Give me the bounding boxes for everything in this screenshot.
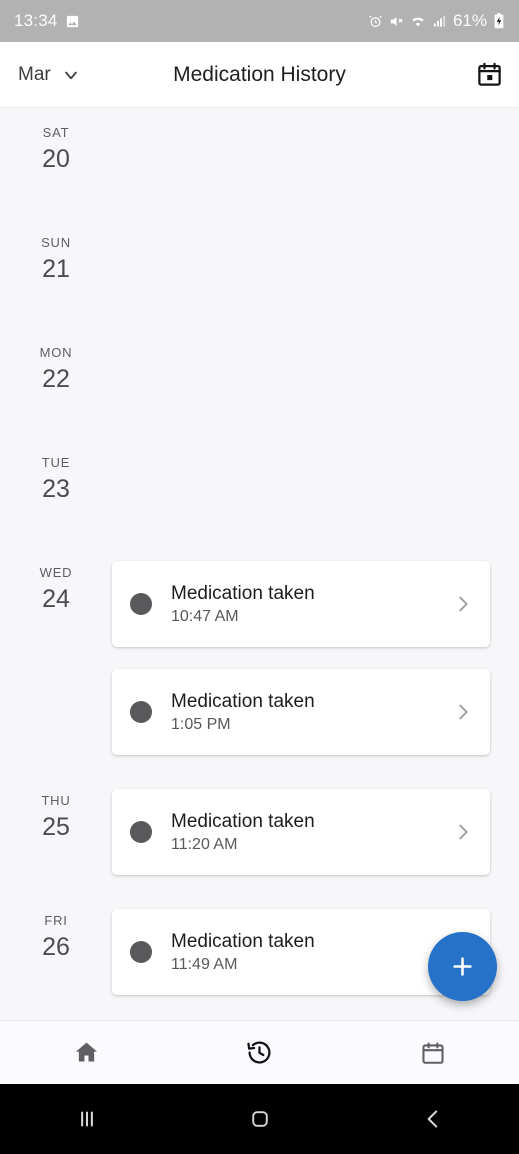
day-row: TUE 23 <box>0 439 519 549</box>
chevron-right-icon[interactable] <box>452 821 474 843</box>
android-system-navigation <box>0 1084 519 1154</box>
status-bar: 13:34 61% <box>0 0 519 42</box>
status-bar-right: 61% <box>368 11 505 31</box>
chevron-right-icon[interactable] <box>452 701 474 723</box>
calendar-icon <box>478 62 501 86</box>
day-number: 22 <box>42 365 70 393</box>
entry-time: 1:05 PM <box>171 716 231 734</box>
day-weekday: WED <box>39 565 73 580</box>
day-label-column: TUE 23 <box>0 451 112 502</box>
day-weekday: SUN <box>41 235 71 250</box>
entry-text: Medication taken 11:49 AM <box>171 930 452 975</box>
medication-entry-card[interactable]: Medication taken 1:05 PM <box>112 669 490 755</box>
medication-entry-card[interactable]: Medication taken 10:47 AM <box>112 561 490 647</box>
nav-item-calendar[interactable] <box>346 1021 519 1084</box>
entry-text: Medication taken 1:05 PM <box>171 690 452 735</box>
day-weekday: TUE <box>41 455 71 470</box>
app-bar: Mar Medication History <box>0 42 519 108</box>
home-icon <box>75 1042 98 1062</box>
day-entries-column: Medication taken 11:20 AM <box>112 789 519 897</box>
medication-history-timeline[interactable]: SAT 20 SUN 21 MON 22 TUE 23 WED 24 Medication take… <box>0 109 519 1020</box>
status-dot-icon <box>130 941 152 963</box>
entry-title: Medication taken <box>171 690 315 712</box>
day-number: 25 <box>42 813 70 841</box>
battery-percentage: 61% <box>452 11 487 30</box>
status-bar-clock: 13:34 <box>14 11 58 30</box>
day-label-column: SUN 21 <box>0 231 112 282</box>
chevron-down-icon <box>64 71 77 79</box>
day-row: MON 22 <box>0 329 519 439</box>
image-icon <box>66 15 78 27</box>
home-square-icon <box>251 1111 268 1127</box>
cell-signal-icon <box>433 15 446 26</box>
entry-title: Medication taken <box>171 810 315 832</box>
wifi-icon <box>412 17 424 26</box>
day-rows-container: SAT 20 SUN 21 MON 22 TUE 23 WED 24 Medication take… <box>0 109 519 1017</box>
history-icon <box>247 1041 271 1064</box>
bottom-navigation-bar <box>0 1020 519 1084</box>
back-chevron-icon <box>427 1110 437 1128</box>
day-row: WED 24 Medication taken 10:47 AM Medication … <box>0 549 519 777</box>
entry-time: 10:47 AM <box>171 608 239 626</box>
back-button[interactable] <box>346 1084 519 1154</box>
day-label-column: MON 22 <box>0 341 112 392</box>
status-bar-left: 13:34 <box>14 11 80 31</box>
alarm-icon <box>369 14 382 27</box>
month-label: Mar <box>18 63 51 85</box>
recents-button[interactable] <box>0 1084 173 1154</box>
day-row: SUN 21 <box>0 219 519 329</box>
entry-title: Medication taken <box>171 930 315 952</box>
calendar-action-button[interactable] <box>476 61 503 88</box>
recents-icon <box>80 1111 93 1127</box>
nav-item-home[interactable] <box>0 1021 173 1084</box>
battery-charging-icon <box>494 13 504 29</box>
entry-time: 11:20 AM <box>171 836 238 854</box>
month-selector[interactable]: Mar <box>16 60 83 90</box>
day-entries-column: Medication taken 10:47 AM Medication taken… <box>112 561 519 777</box>
plus-icon <box>453 957 472 976</box>
day-weekday: FRI <box>44 913 68 928</box>
status-dot-icon <box>130 593 152 615</box>
day-weekday: THU <box>41 793 71 808</box>
mute-icon <box>390 16 403 26</box>
day-label-column: SAT 20 <box>0 121 112 172</box>
day-number: 23 <box>42 475 70 503</box>
day-number: 20 <box>42 145 70 173</box>
entry-text: Medication taken 10:47 AM <box>171 582 452 627</box>
status-dot-icon <box>130 821 152 843</box>
day-weekday: MON <box>39 345 73 360</box>
day-label-column: FRI 26 <box>0 909 112 960</box>
day-number: 24 <box>42 585 70 613</box>
day-row: SAT 20 <box>0 109 519 219</box>
day-number: 21 <box>42 255 70 283</box>
chevron-right-icon[interactable] <box>452 593 474 615</box>
entry-text: Medication taken 11:20 AM <box>171 810 452 855</box>
entry-title: Medication taken <box>171 582 315 604</box>
nav-item-history[interactable] <box>173 1021 346 1084</box>
day-label-column: WED 24 <box>0 561 112 612</box>
add-entry-fab[interactable] <box>428 932 497 1001</box>
medication-entry-card[interactable]: Medication taken 11:20 AM <box>112 789 490 875</box>
status-dot-icon <box>130 701 152 723</box>
day-row: THU 25 Medication taken 11:20 AM <box>0 777 519 897</box>
day-weekday: SAT <box>42 125 70 140</box>
home-button[interactable] <box>173 1084 346 1154</box>
entry-time: 11:49 AM <box>171 956 238 974</box>
calendar-icon <box>421 1041 444 1064</box>
day-number: 26 <box>42 933 70 961</box>
day-label-column: THU 25 <box>0 789 112 840</box>
